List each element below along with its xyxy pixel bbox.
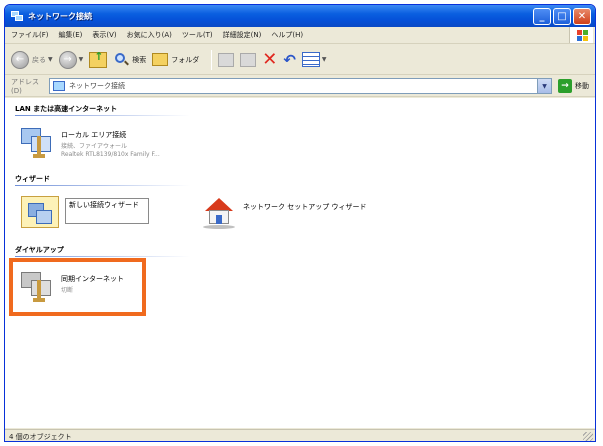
- views-icon: [301, 52, 320, 67]
- search-icon: [113, 52, 130, 68]
- back-label: 戻る: [32, 55, 46, 64]
- address-value: ネットワーク接続: [69, 82, 125, 90]
- menu-edit[interactable]: 編集(E): [59, 30, 83, 40]
- network-connections-icon: [10, 9, 24, 23]
- menu-bar: ファイル(F) 編集(E) 表示(V) お気に入り(A) ツール(T) 詳細設定…: [5, 27, 595, 44]
- search-label: 検索: [132, 55, 147, 64]
- up-folder-button[interactable]: [89, 48, 108, 72]
- up-folder-icon: [89, 50, 108, 68]
- menu-file[interactable]: ファイル(F): [11, 30, 49, 40]
- status-bar: 4 個のオブジェクト: [5, 429, 595, 441]
- undo-icon: ↶: [283, 50, 296, 69]
- menu-favorites[interactable]: お気に入り(A): [127, 30, 172, 40]
- connection-local-area[interactable]: ローカル エリア接続 接続、ファイアウォール Realtek RTL8139/8…: [19, 124, 160, 160]
- resize-grip-icon[interactable]: [583, 432, 593, 441]
- maximize-button[interactable]: □: [553, 7, 571, 25]
- item-name: 新しい接続ウィザード: [69, 201, 139, 209]
- menu-help[interactable]: ヘルプ(H): [271, 30, 303, 40]
- delete-button[interactable]: ✕: [262, 48, 277, 72]
- undo-button[interactable]: ↶: [283, 48, 296, 72]
- back-button[interactable]: ← 戻る ▼: [11, 48, 53, 72]
- folders-button[interactable]: フォルダ: [152, 48, 199, 72]
- address-label: アドレス(D): [11, 78, 39, 95]
- address-dropdown-icon[interactable]: ▼: [537, 79, 551, 93]
- group-divider: [15, 185, 190, 186]
- item-device: Realtek RTL8139/810x Family F...: [61, 151, 160, 158]
- menu-advanced[interactable]: 詳細設定(N): [223, 30, 262, 40]
- move-to-button[interactable]: [218, 48, 235, 72]
- forward-dropdown-icon[interactable]: ▼: [79, 56, 84, 63]
- copy-to-button[interactable]: [240, 48, 257, 72]
- go-button[interactable]: → 移動: [558, 79, 589, 93]
- search-button[interactable]: 検索: [113, 48, 146, 72]
- views-button[interactable]: ▼: [301, 48, 327, 72]
- title-bar[interactable]: ネットワーク接続 _ □ ✕: [5, 5, 595, 27]
- group-header-lan: LAN または高速インターネット: [15, 105, 118, 113]
- address-bar: アドレス(D) ネットワーク接続 ▼ → 移動: [5, 76, 595, 97]
- views-dropdown-icon[interactable]: ▼: [322, 56, 327, 63]
- copy-to-icon: [240, 52, 257, 67]
- home-network-wizard-icon: [201, 196, 237, 230]
- windows-logo-icon: [569, 27, 593, 43]
- wizard-new-connection[interactable]: 新しい接続ウィザード: [21, 196, 149, 228]
- close-button[interactable]: ✕: [573, 7, 591, 25]
- item-status: 接続、ファイアウォール: [61, 143, 128, 150]
- address-input[interactable]: ネットワーク接続 ▼: [49, 78, 552, 94]
- item-name: ローカル エリア接続: [61, 131, 127, 139]
- explorer-window: ネットワーク接続 _ □ ✕ ファイル(F) 編集(E) 表示(V) お気に入り…: [4, 4, 596, 442]
- status-object-count: 4 個のオブジェクト: [9, 432, 72, 441]
- folders-label: フォルダ: [171, 55, 200, 64]
- network-connections-small-icon: [53, 81, 65, 91]
- go-arrow-icon: →: [558, 79, 572, 93]
- local-area-connection-icon: [19, 124, 55, 160]
- forward-button[interactable]: → ▼: [58, 48, 84, 72]
- group-header-wizard: ウィザード: [15, 175, 50, 183]
- group-divider: [15, 256, 190, 257]
- menu-tools[interactable]: ツール(T): [182, 30, 213, 40]
- wizard-network-setup[interactable]: ネットワーク セットアップ ウィザード: [201, 196, 366, 230]
- folder-icon: [152, 53, 169, 66]
- group-header-dialup: ダイヤルアップ: [15, 246, 64, 254]
- window-title: ネットワーク接続: [28, 11, 92, 21]
- delete-x-icon: ✕: [262, 48, 278, 70]
- toolbar-separator: [211, 49, 213, 70]
- group-divider: [15, 115, 190, 116]
- item-name: ネットワーク セットアップ ウィザード: [243, 203, 367, 211]
- toolbar: ← 戻る ▼ → ▼ 検索 フォルダ ✕ ↶: [5, 45, 595, 75]
- go-label: 移動: [575, 82, 589, 90]
- minimize-button[interactable]: _: [533, 7, 551, 25]
- back-dropdown-icon[interactable]: ▼: [48, 56, 53, 63]
- annotation-highlight-box: [9, 258, 146, 316]
- back-arrow-icon: ←: [11, 50, 29, 69]
- selected-label-box: 新しい接続ウィザード: [65, 198, 149, 224]
- forward-arrow-icon: →: [58, 50, 77, 69]
- menu-view[interactable]: 表示(V): [92, 30, 116, 40]
- new-connection-wizard-icon: [21, 196, 59, 228]
- move-to-icon: [218, 52, 235, 67]
